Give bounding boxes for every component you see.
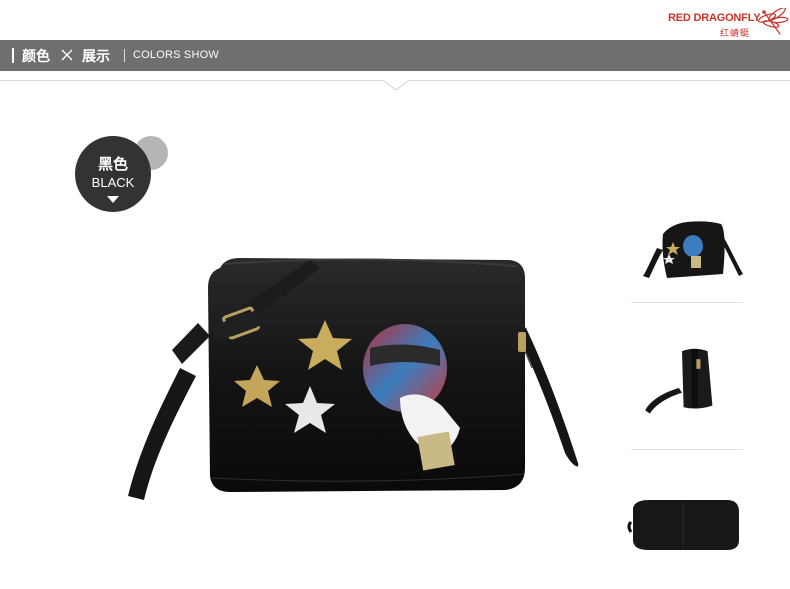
title-separator [124,49,125,62]
thumbnail-bottom[interactable] [627,486,745,566]
thumbnail-divider [631,302,743,303]
title-cn-show: 展示 [82,49,110,65]
thumbnail-front[interactable] [627,214,745,294]
badge-circle: 黑色 BLACK [75,136,151,212]
thumbnail-side[interactable] [627,340,745,420]
brand-name: RED DRAGONFLY [668,12,761,24]
divider-notch-icon [383,80,409,91]
section-title-bar: 颜色 展示 COLORS SHOW [0,40,790,71]
color-badge[interactable]: 黑色 BLACK [72,133,172,213]
title-en: COLORS SHOW [133,49,219,61]
main-product-photo [128,258,579,500]
color-name-cn: 黑色 [97,155,128,173]
brand-logo[interactable]: RED DRAGONFLY 红蜻蜓 [668,8,790,42]
title-accent-bar [12,48,14,63]
dragonfly-icon [757,8,789,35]
brand-chinese-name: 红蜻蜓 [720,29,751,39]
thumbnail-divider [631,449,743,450]
color-name-en: BLACK [91,175,135,190]
title-cn-colors: 颜色 [22,49,50,65]
down-arrow-icon [107,196,119,203]
cross-icon [61,49,73,61]
